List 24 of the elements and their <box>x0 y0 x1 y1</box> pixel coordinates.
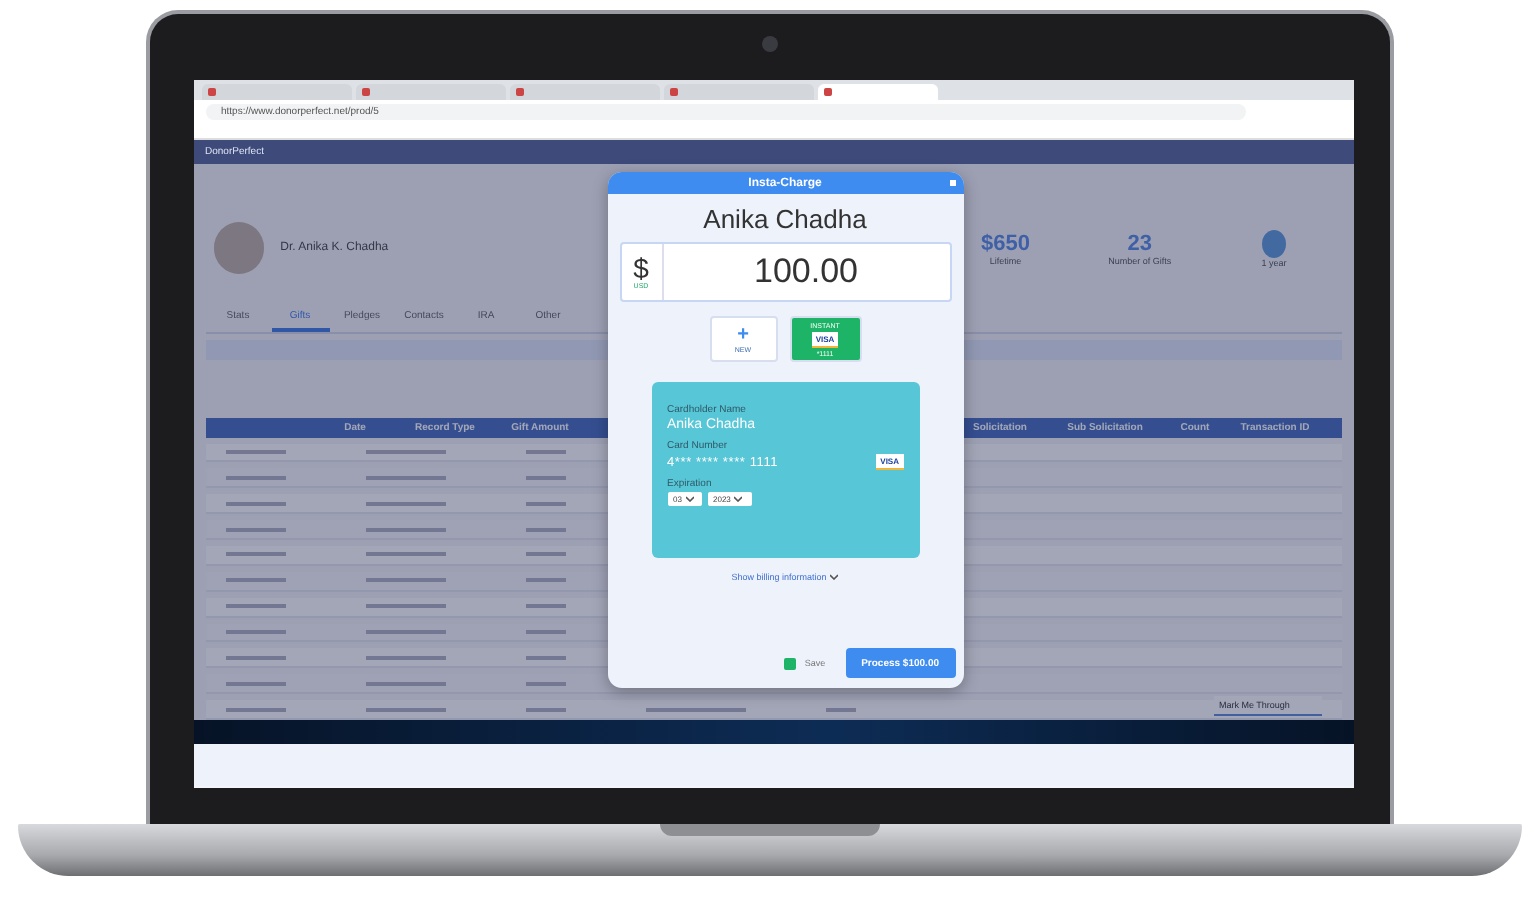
close-icon[interactable] <box>949 180 955 186</box>
favicon-icon <box>669 88 677 96</box>
award-icon <box>1261 229 1286 258</box>
favicon-icon <box>823 88 831 96</box>
caret-icon <box>734 496 743 502</box>
avatar-placeholder <box>213 222 265 275</box>
donor-name: Anika Chadha <box>703 204 867 234</box>
amount-value: 100.00 <box>752 252 860 292</box>
stat-value: 23 <box>1127 231 1152 256</box>
camera-icon <box>761 36 777 52</box>
favicon-icon <box>361 88 369 96</box>
favicon-icon <box>515 88 523 96</box>
plus-label: + <box>737 325 749 345</box>
browser-tab[interactable] <box>509 84 659 100</box>
browser-tab[interactable] <box>355 84 505 100</box>
browser-tab[interactable] <box>663 84 813 100</box>
chevron-down-icon <box>830 574 839 580</box>
browser-tab[interactable] <box>201 84 351 100</box>
stat-value: $650 <box>981 231 1030 256</box>
browser-tab[interactable] <box>817 84 937 100</box>
currency-symbol: $ <box>633 254 649 282</box>
favicon-icon <box>207 88 215 96</box>
caret-icon <box>685 496 694 502</box>
save-checkbox[interactable] <box>784 657 797 669</box>
